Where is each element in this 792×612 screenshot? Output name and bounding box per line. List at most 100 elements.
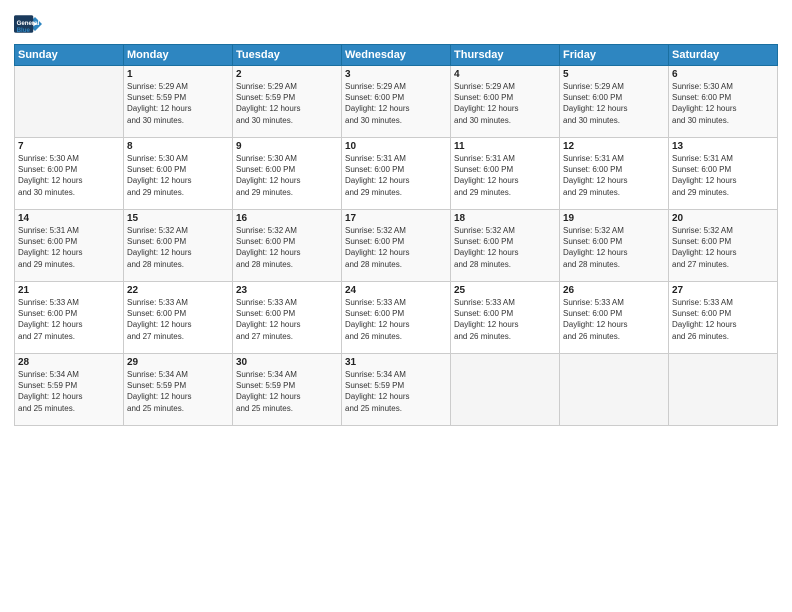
- week-row-3: 21Sunrise: 5:33 AM Sunset: 6:00 PM Dayli…: [15, 282, 778, 354]
- col-header-wednesday: Wednesday: [342, 45, 451, 66]
- day-number: 1: [127, 69, 229, 80]
- day-number: 25: [454, 285, 556, 296]
- week-row-0: 1Sunrise: 5:29 AM Sunset: 5:59 PM Daylig…: [15, 66, 778, 138]
- day-number: 11: [454, 141, 556, 152]
- day-number: 31: [345, 357, 447, 368]
- day-number: 19: [563, 213, 665, 224]
- day-number: 6: [672, 69, 774, 80]
- day-info: Sunrise: 5:30 AM Sunset: 6:00 PM Dayligh…: [236, 153, 338, 198]
- day-info: Sunrise: 5:34 AM Sunset: 5:59 PM Dayligh…: [127, 369, 229, 414]
- day-info: Sunrise: 5:29 AM Sunset: 6:00 PM Dayligh…: [563, 81, 665, 126]
- col-header-monday: Monday: [124, 45, 233, 66]
- day-cell: [15, 66, 124, 138]
- day-number: 16: [236, 213, 338, 224]
- day-info: Sunrise: 5:31 AM Sunset: 6:00 PM Dayligh…: [454, 153, 556, 198]
- day-cell: 26Sunrise: 5:33 AM Sunset: 6:00 PM Dayli…: [560, 282, 669, 354]
- day-info: Sunrise: 5:32 AM Sunset: 6:00 PM Dayligh…: [127, 225, 229, 270]
- day-info: Sunrise: 5:30 AM Sunset: 6:00 PM Dayligh…: [18, 153, 120, 198]
- day-info: Sunrise: 5:29 AM Sunset: 5:59 PM Dayligh…: [127, 81, 229, 126]
- day-number: 7: [18, 141, 120, 152]
- day-cell: [451, 354, 560, 426]
- day-cell: [669, 354, 778, 426]
- day-info: Sunrise: 5:33 AM Sunset: 6:00 PM Dayligh…: [672, 297, 774, 342]
- day-cell: 5Sunrise: 5:29 AM Sunset: 6:00 PM Daylig…: [560, 66, 669, 138]
- logo: General Blue: [14, 10, 44, 38]
- day-cell: 17Sunrise: 5:32 AM Sunset: 6:00 PM Dayli…: [342, 210, 451, 282]
- day-info: Sunrise: 5:33 AM Sunset: 6:00 PM Dayligh…: [345, 297, 447, 342]
- day-info: Sunrise: 5:33 AM Sunset: 6:00 PM Dayligh…: [18, 297, 120, 342]
- col-header-friday: Friday: [560, 45, 669, 66]
- day-info: Sunrise: 5:32 AM Sunset: 6:00 PM Dayligh…: [345, 225, 447, 270]
- page: General Blue SundayMondayTuesdayWednesda…: [0, 0, 792, 436]
- header-row: SundayMondayTuesdayWednesdayThursdayFrid…: [15, 45, 778, 66]
- day-number: 20: [672, 213, 774, 224]
- day-cell: 21Sunrise: 5:33 AM Sunset: 6:00 PM Dayli…: [15, 282, 124, 354]
- day-number: 24: [345, 285, 447, 296]
- day-cell: 1Sunrise: 5:29 AM Sunset: 5:59 PM Daylig…: [124, 66, 233, 138]
- col-header-thursday: Thursday: [451, 45, 560, 66]
- day-cell: 13Sunrise: 5:31 AM Sunset: 6:00 PM Dayli…: [669, 138, 778, 210]
- day-info: Sunrise: 5:33 AM Sunset: 6:00 PM Dayligh…: [236, 297, 338, 342]
- header: General Blue: [14, 10, 778, 38]
- day-number: 12: [563, 141, 665, 152]
- day-info: Sunrise: 5:33 AM Sunset: 6:00 PM Dayligh…: [127, 297, 229, 342]
- day-cell: 23Sunrise: 5:33 AM Sunset: 6:00 PM Dayli…: [233, 282, 342, 354]
- day-cell: 19Sunrise: 5:32 AM Sunset: 6:00 PM Dayli…: [560, 210, 669, 282]
- day-info: Sunrise: 5:29 AM Sunset: 6:00 PM Dayligh…: [454, 81, 556, 126]
- day-info: Sunrise: 5:30 AM Sunset: 6:00 PM Dayligh…: [127, 153, 229, 198]
- day-number: 13: [672, 141, 774, 152]
- day-cell: 4Sunrise: 5:29 AM Sunset: 6:00 PM Daylig…: [451, 66, 560, 138]
- day-cell: 25Sunrise: 5:33 AM Sunset: 6:00 PM Dayli…: [451, 282, 560, 354]
- day-number: 17: [345, 213, 447, 224]
- calendar-table: SundayMondayTuesdayWednesdayThursdayFrid…: [14, 44, 778, 426]
- day-info: Sunrise: 5:29 AM Sunset: 5:59 PM Dayligh…: [236, 81, 338, 126]
- day-info: Sunrise: 5:34 AM Sunset: 5:59 PM Dayligh…: [18, 369, 120, 414]
- day-info: Sunrise: 5:33 AM Sunset: 6:00 PM Dayligh…: [563, 297, 665, 342]
- day-info: Sunrise: 5:32 AM Sunset: 6:00 PM Dayligh…: [672, 225, 774, 270]
- day-number: 29: [127, 357, 229, 368]
- day-cell: 9Sunrise: 5:30 AM Sunset: 6:00 PM Daylig…: [233, 138, 342, 210]
- day-cell: 15Sunrise: 5:32 AM Sunset: 6:00 PM Dayli…: [124, 210, 233, 282]
- day-cell: 31Sunrise: 5:34 AM Sunset: 5:59 PM Dayli…: [342, 354, 451, 426]
- day-info: Sunrise: 5:29 AM Sunset: 6:00 PM Dayligh…: [345, 81, 447, 126]
- day-number: 23: [236, 285, 338, 296]
- day-info: Sunrise: 5:34 AM Sunset: 5:59 PM Dayligh…: [345, 369, 447, 414]
- day-info: Sunrise: 5:32 AM Sunset: 6:00 PM Dayligh…: [236, 225, 338, 270]
- day-number: 10: [345, 141, 447, 152]
- svg-text:Blue: Blue: [17, 27, 31, 34]
- day-cell: 27Sunrise: 5:33 AM Sunset: 6:00 PM Dayli…: [669, 282, 778, 354]
- day-cell: [560, 354, 669, 426]
- day-number: 26: [563, 285, 665, 296]
- day-number: 18: [454, 213, 556, 224]
- day-info: Sunrise: 5:33 AM Sunset: 6:00 PM Dayligh…: [454, 297, 556, 342]
- day-cell: 20Sunrise: 5:32 AM Sunset: 6:00 PM Dayli…: [669, 210, 778, 282]
- col-header-tuesday: Tuesday: [233, 45, 342, 66]
- day-cell: 3Sunrise: 5:29 AM Sunset: 6:00 PM Daylig…: [342, 66, 451, 138]
- day-number: 5: [563, 69, 665, 80]
- day-info: Sunrise: 5:32 AM Sunset: 6:00 PM Dayligh…: [454, 225, 556, 270]
- day-number: 28: [18, 357, 120, 368]
- week-row-4: 28Sunrise: 5:34 AM Sunset: 5:59 PM Dayli…: [15, 354, 778, 426]
- week-row-2: 14Sunrise: 5:31 AM Sunset: 6:00 PM Dayli…: [15, 210, 778, 282]
- day-info: Sunrise: 5:30 AM Sunset: 6:00 PM Dayligh…: [672, 81, 774, 126]
- day-number: 15: [127, 213, 229, 224]
- day-number: 4: [454, 69, 556, 80]
- day-cell: 12Sunrise: 5:31 AM Sunset: 6:00 PM Dayli…: [560, 138, 669, 210]
- day-cell: 24Sunrise: 5:33 AM Sunset: 6:00 PM Dayli…: [342, 282, 451, 354]
- day-cell: 8Sunrise: 5:30 AM Sunset: 6:00 PM Daylig…: [124, 138, 233, 210]
- day-info: Sunrise: 5:31 AM Sunset: 6:00 PM Dayligh…: [672, 153, 774, 198]
- day-info: Sunrise: 5:31 AM Sunset: 6:00 PM Dayligh…: [345, 153, 447, 198]
- day-info: Sunrise: 5:34 AM Sunset: 5:59 PM Dayligh…: [236, 369, 338, 414]
- day-cell: 10Sunrise: 5:31 AM Sunset: 6:00 PM Dayli…: [342, 138, 451, 210]
- svg-text:General: General: [17, 20, 40, 27]
- day-number: 22: [127, 285, 229, 296]
- week-row-1: 7Sunrise: 5:30 AM Sunset: 6:00 PM Daylig…: [15, 138, 778, 210]
- day-cell: 16Sunrise: 5:32 AM Sunset: 6:00 PM Dayli…: [233, 210, 342, 282]
- day-number: 2: [236, 69, 338, 80]
- day-number: 9: [236, 141, 338, 152]
- day-info: Sunrise: 5:31 AM Sunset: 6:00 PM Dayligh…: [563, 153, 665, 198]
- day-number: 8: [127, 141, 229, 152]
- col-header-saturday: Saturday: [669, 45, 778, 66]
- col-header-sunday: Sunday: [15, 45, 124, 66]
- day-cell: 22Sunrise: 5:33 AM Sunset: 6:00 PM Dayli…: [124, 282, 233, 354]
